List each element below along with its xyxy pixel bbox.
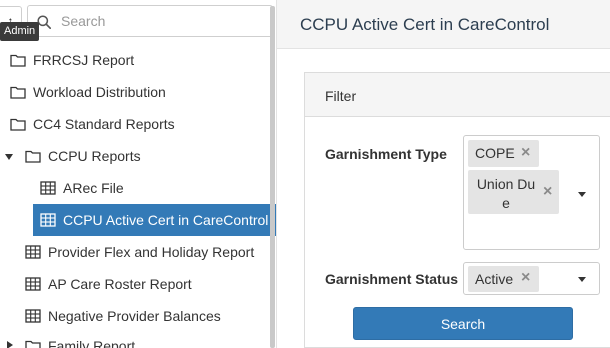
table-icon [25,245,41,259]
tree-scrollbar[interactable] [270,6,275,348]
folder-icon [10,86,26,99]
tree-item-provider-flex-holiday[interactable]: Provider Flex and Holiday Report [25,236,272,268]
tree-item-cc4-standard-reports[interactable]: CC4 Standard Reports [10,108,272,140]
chevron-down-icon[interactable] [578,192,586,197]
chip-label: Active [475,271,514,287]
tree-item-label: Provider Flex and Holiday Report [48,244,255,260]
chevron-down-icon[interactable] [578,277,586,282]
filter-panel-header: Filter [305,73,610,117]
table-icon [25,277,41,291]
tree-item-label: AP Care Roster Report [48,276,192,292]
search-icon [37,15,51,29]
garnishment-status-chip-active: Active × [468,266,539,292]
garnishment-type-chip-union-due: Union Due × [468,170,559,214]
tree-item-arec-file[interactable]: ARec File [40,172,272,204]
tree-item-label: CC4 Standard Reports [33,116,175,132]
table-icon [40,181,56,195]
tree-item-negative-provider-balances[interactable]: Negative Provider Balances [25,300,272,332]
garnishment-status-select[interactable]: Active × [463,262,600,295]
tree-item-ccpu-reports[interactable]: CCPU Reports [25,140,272,172]
tree-item-label: ARec File [63,180,124,196]
tree-item-label: CCPU Reports [48,148,141,164]
tree-item-ccpu-active-cert[interactable]: CCPU Active Cert in CareControl [33,204,276,236]
tree-item-workload-distribution[interactable]: Workload Distribution [10,76,272,108]
tree-item-family-report[interactable]: Family Report [25,330,272,348]
expand-caret-right-icon[interactable] [7,341,13,348]
tree-search-box[interactable] [27,5,273,37]
garnishment-type-label: Garnishment Type [325,146,447,162]
page-title: CCPU Active Cert in CareControl [300,15,550,34]
tree-item-label: Negative Provider Balances [48,308,221,324]
tree-item-label: CCPU Active Cert in CareControl [63,212,269,228]
tree-item-label: Family Report [48,338,136,348]
chip-label: COPE [475,145,515,161]
folder-icon [25,340,41,348]
table-icon [25,309,41,323]
remove-chip-icon[interactable]: × [521,269,530,287]
report-tree-panel: ↑ Admin FRRCSJ Report Workload Distribut… [0,0,276,348]
remove-chip-icon[interactable]: × [543,183,552,201]
tree-item-ap-care-roster[interactable]: AP Care Roster Report [25,268,272,300]
expand-caret-down-icon[interactable] [5,154,13,160]
page-header: CCPU Active Cert in CareControl [277,0,610,49]
tree-search-input[interactable] [61,6,266,36]
remove-chip-icon[interactable]: × [521,144,530,162]
garnishment-type-select[interactable]: COPE × Union Due × [463,135,600,250]
folder-icon [10,118,26,131]
folder-icon [25,150,41,163]
tree-item-label: Workload Distribution [33,84,166,100]
filter-title: Filter [325,88,357,104]
table-icon [40,213,56,227]
chip-label: Union Due [476,176,536,211]
search-button[interactable]: Search [353,307,573,340]
tree-item-frrcsj-report[interactable]: FRRCSJ Report [10,44,272,76]
garnishment-type-chip-cope: COPE × [468,140,539,167]
admin-tooltip: Admin [0,22,40,41]
garnishment-status-label: Garnishment Status [325,271,459,287]
folder-icon [10,54,26,67]
tree-item-label: FRRCSJ Report [33,52,135,68]
